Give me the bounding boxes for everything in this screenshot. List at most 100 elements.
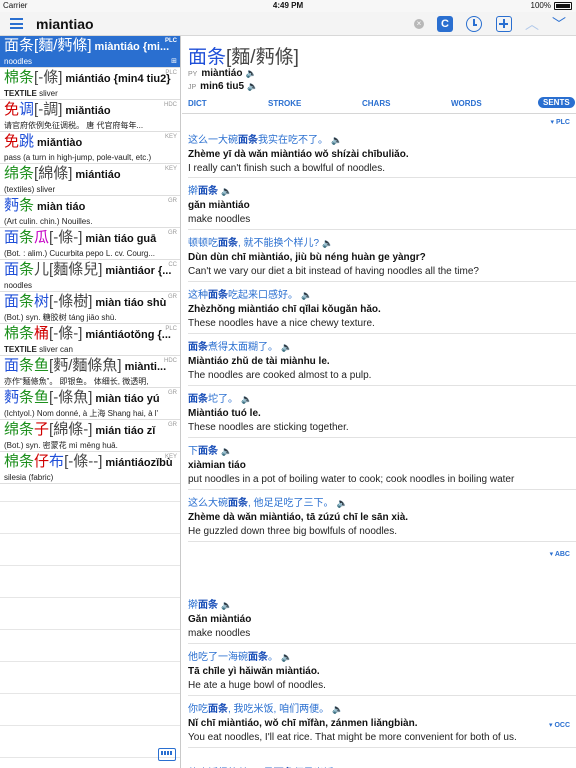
speaker-icon[interactable]: 🔈 — [332, 704, 343, 714]
example-translation: You eat noodles, I'll eat rice. That mig… — [188, 732, 517, 743]
speaker-icon[interactable]: 🔈 — [281, 342, 292, 352]
definition-text: (Ichtyol.) Nom donné, à 上海 Shang hai, à … — [4, 409, 159, 418]
source-section-toggle[interactable]: ▾ PLC — [551, 118, 570, 126]
list-item-definition: (Bot.) syn. 密蒙花 mì mēng huā. — [4, 440, 177, 451]
example-sentence: 顿顿吃面条, 就不能换个样儿? 🔈 Dùn dùn chī miàntiáo, ji… — [188, 236, 574, 279]
battery-icon — [554, 1, 572, 10]
jyutping-row: JP min6 tiu5 🔈 — [188, 81, 258, 92]
example-translation: These noodles are sticking together. — [188, 422, 349, 433]
list-item-definition: (Bot.) syn. 糖胶树 táng jiāo shù. — [4, 312, 177, 323]
speaker-icon[interactable]: 🔈 — [221, 186, 232, 196]
example-highlight: 面条 — [238, 135, 258, 146]
list-item-hanzi: 绵条 — [4, 165, 35, 182]
empty-list-area — [0, 470, 180, 768]
tab-chars[interactable]: CHARS — [362, 99, 390, 108]
source-badge: KEY — [164, 454, 177, 460]
pinyin-value: miàntiáo — [201, 68, 243, 79]
list-item[interactable]: 免调[-調] miǎntiáo 请官府依例免征调税。 唐 代官府每年... HDC — [0, 100, 180, 132]
example-chinese-text: 我实在吃不了。 — [258, 135, 328, 146]
example-sentence: 面条煮得太面糊了。 🔈 Miàntiáo zhǔ de tài miànhu le.… — [188, 340, 574, 383]
tab-dict[interactable]: DICT — [188, 99, 207, 108]
example-pinyin: Miàntiáo tuó le. — [188, 408, 261, 419]
list-item[interactable]: 棉条桶[-條-] miántiáotǒng {... TEXTILE sliver … — [0, 324, 180, 356]
list-item[interactable]: 麪条鱼[-條魚] miàn tiáo yú (Ichtyol.) Nom donné… — [0, 388, 180, 420]
definition-text: (Bot.) syn. 糖胶树 táng jiāo shù. — [4, 313, 117, 322]
list-item-variant: [-條魚] — [49, 389, 93, 406]
speaker-icon[interactable]: 🔈 — [281, 652, 292, 662]
speaker-icon[interactable]: 🔈 — [241, 394, 252, 404]
list-item-hanzi: 面条 — [4, 37, 35, 54]
top-toolbar: × C ︿ ﹀ — [0, 12, 576, 36]
list-item-variant: [-條--] — [64, 453, 103, 470]
example-highlight: 面条 — [248, 652, 268, 663]
list-item[interactable]: 免跳 miǎntiào pass (a turn in high-jump, pol… — [0, 132, 180, 164]
example-chinese-text: 他吃了一海碗 — [188, 652, 248, 663]
tab-stroke[interactable]: STROKE — [268, 99, 301, 108]
list-item[interactable]: 面条儿[麵條兒] miàntiáor {... noodles CC — [0, 260, 180, 292]
clear-icon[interactable]: × — [414, 19, 424, 29]
example-chinese-text: 煮得太面糊了。 — [208, 342, 278, 353]
list-item[interactable]: 面条鱼[麪/麵條魚] miànti... 亦作“麵條魚”。 即银鱼。 体细长, 微透… — [0, 356, 180, 388]
speaker-icon[interactable]: 🔈 — [301, 290, 312, 300]
list-item[interactable]: 绵条子[綿條-] mián tiáo zǐ (Bot.) syn. 密蒙花 mì m… — [0, 420, 180, 452]
source-badge: GR — [168, 422, 177, 428]
search-input[interactable] — [32, 15, 430, 33]
add-icon[interactable] — [496, 16, 512, 32]
battery-percent: 100% — [530, 1, 551, 10]
speaker-icon[interactable]: 🔈 — [245, 68, 256, 78]
example-pinyin: gǎn miàntiáo — [188, 200, 250, 211]
menu-icon[interactable] — [10, 18, 23, 29]
list-item-variant: [綿條-] — [49, 421, 93, 438]
list-item[interactable]: 棉条[-條] miántiáo {min4 tiu2} TEXTILE sliver… — [0, 68, 180, 100]
history-icon[interactable] — [466, 16, 482, 32]
example-chinese-text: 。 — [268, 652, 278, 663]
search-box[interactable]: × — [32, 15, 430, 33]
tab-sents[interactable]: SENTS — [538, 97, 575, 108]
source-badge: GR — [168, 390, 177, 396]
example-chinese-text: 坨了。 — [208, 394, 238, 405]
list-item[interactable]: 绵条[綿條] miántiáo (textiles) sliver KEY — [0, 164, 180, 196]
list-item-pinyin: miántiáo {min4 tiu2} — [65, 73, 171, 85]
speaker-icon[interactable]: 🔈 — [337, 498, 348, 508]
example-pinyin: Nǐ chī miàntiáo, wǒ chī mǐfàn, zánmen li… — [188, 718, 418, 729]
list-item-definition: (Bot. : alim.) Cucurbita pepo L. cv. Cou… — [4, 248, 177, 259]
example-chinese-text: , 我吃米饭, 咱们两便。 — [228, 704, 330, 715]
example-translation: These noodles have a nice chewy texture. — [188, 318, 375, 329]
list-item-heading: 棉条[-條] miántiáo {min4 tiu2} — [4, 69, 177, 88]
list-item-heading: 面条[麵/麪條] miàntiáo {mi... — [4, 37, 177, 56]
chevron-up-icon[interactable]: ︿ — [524, 16, 540, 32]
speaker-icon[interactable]: 🔈 — [221, 446, 232, 456]
list-item[interactable]: 面条[麵/麪條] miàntiáo {mi... noodles PLC ⊞ — [0, 36, 180, 68]
list-item-pinyin: miántiáozǐbù — [105, 457, 173, 469]
example-highlight: 面条 — [198, 600, 218, 611]
keyboard-icon[interactable] — [158, 748, 176, 761]
speaker-icon[interactable]: 🔈 — [221, 600, 232, 610]
example-sentence: 这种面条吃起来口感好。 🔈 Zhèzhǒng miàntiáo chī qǐlai … — [188, 288, 574, 331]
example-divider — [188, 541, 576, 542]
list-item[interactable]: 麪条 miàn tiáo (Art culin. chin.) Nouilles. G… — [0, 196, 180, 228]
charset-toggle-button[interactable]: C — [437, 16, 453, 32]
list-item[interactable]: 面条树[-條樹] miàn tiáo shù (Bot.) syn. 糖胶树 tán… — [0, 292, 180, 324]
domain-label: TEXTILE — [4, 89, 37, 98]
list-item-heading: 面条瓜[-條-] miàn tiáo guā — [4, 229, 177, 248]
chevron-down-icon[interactable]: ﹀ — [551, 16, 567, 32]
source-badge: KEY — [164, 166, 177, 172]
list-item-definition: TEXTILE sliver can — [4, 344, 177, 355]
speaker-icon[interactable]: 🔈 — [331, 135, 342, 145]
expand-icon[interactable]: ⊞ — [171, 57, 177, 65]
speaker-icon[interactable]: 🔈 — [247, 81, 258, 91]
tab-words[interactable]: WORDS — [451, 99, 482, 108]
list-item-variant: [-條-] — [49, 229, 83, 246]
list-item-pinyin: miàn tiáo — [37, 201, 86, 213]
example-highlight: 面条 — [228, 498, 248, 509]
list-item-pinyin: miàn tiáo shù — [95, 297, 167, 309]
speaker-icon[interactable]: 🔈 — [322, 238, 333, 248]
definition-text: (Bot. : alim.) Cucurbita pepo L. cv. Cou… — [4, 249, 156, 258]
source-badge: HDC — [164, 102, 177, 108]
example-chinese: 擀面条 🔈 — [188, 598, 574, 613]
list-item-variant: [-條-] — [49, 325, 83, 342]
list-item[interactable]: 面条瓜[-條-] miàn tiáo guā (Bot. : alim.) Cucu… — [0, 228, 180, 260]
source-section-toggle[interactable]: ▾ ABC — [550, 550, 570, 558]
list-item-hanzi: 面条儿 — [4, 261, 50, 278]
example-sentence: 擀面条 🔈 gǎn miàntiáo make noodles — [188, 184, 574, 227]
